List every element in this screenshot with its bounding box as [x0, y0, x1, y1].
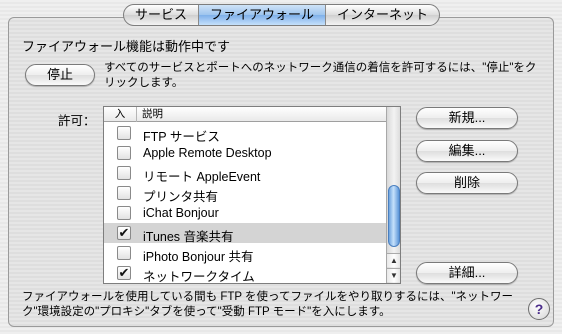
edit-button[interactable]: 編集... — [416, 140, 518, 162]
list-item[interactable]: Apple Remote Desktop — [104, 143, 386, 163]
service-label: ネットワークタイム — [143, 270, 255, 284]
help-icon[interactable]: ? — [528, 298, 550, 320]
column-header-enabled[interactable]: 入 — [104, 107, 137, 122]
scroll-up-arrow-icon[interactable]: ▲ — [387, 253, 400, 267]
enable-checkbox[interactable]: ✔ — [117, 266, 131, 280]
tab-bar: サービス ファイアウォール インターネット — [123, 4, 441, 26]
tab-services[interactable]: サービス — [124, 5, 200, 25]
enable-checkbox[interactable] — [117, 186, 131, 200]
list-rows: FTP サービス Apple Remote Desktop リモート AppleEv… — [104, 123, 386, 283]
advanced-button[interactable]: 詳細... — [416, 262, 518, 284]
scroll-down-arrow-icon[interactable]: ▼ — [387, 268, 400, 282]
list-item[interactable]: ✔ iTunes 音楽共有 — [104, 223, 386, 244]
new-button[interactable]: 新規... — [416, 107, 518, 129]
enable-checkbox[interactable] — [117, 166, 131, 180]
service-label: iChat Bonjour — [143, 206, 219, 220]
enable-checkbox[interactable] — [117, 246, 131, 260]
allow-label: 許可： — [58, 114, 96, 128]
list-item[interactable]: プリンタ共有 — [104, 183, 386, 204]
column-header-description[interactable]: 説明 — [142, 107, 163, 122]
list-item[interactable]: リモート AppleEvent — [104, 163, 386, 184]
delete-button[interactable]: 削除 — [416, 172, 518, 194]
stop-button[interactable]: 停止 — [25, 64, 95, 86]
list-item[interactable]: iChat Bonjour — [104, 203, 386, 223]
scroll-thumb[interactable] — [388, 185, 400, 247]
service-label: Apple Remote Desktop — [143, 146, 272, 160]
tab-internet[interactable]: インターネット — [326, 5, 439, 25]
enable-checkbox[interactable] — [117, 126, 131, 140]
list-item[interactable]: iPhoto Bonjour 共有 — [104, 243, 386, 264]
list-header: 入 説明 — [104, 107, 386, 122]
tab-firewall[interactable]: ファイアウォール — [199, 5, 327, 25]
list-item[interactable]: FTP サービス — [104, 123, 386, 144]
stop-description: すべてのサービスとポートへのネットワーク通信の着信を許可するには、"停止"をクリ… — [104, 62, 537, 89]
firewall-status-heading: ファイアウォール機能は動作中です — [22, 39, 231, 54]
enable-checkbox[interactable]: ✔ — [117, 226, 131, 240]
enable-checkbox[interactable] — [117, 146, 131, 160]
list-scrollbar[interactable]: ▲ ▼ — [386, 107, 400, 283]
list-item[interactable]: ✔ ネットワークタイム — [104, 263, 386, 283]
ftp-note: ファイアウォールを使用している間も FTP を使ってファイルをやり取りするには、… — [22, 291, 514, 318]
enable-checkbox[interactable] — [117, 206, 131, 220]
services-list[interactable]: 入 説明 FTP サービス Apple Remote Desktop リモート Ap… — [103, 106, 401, 284]
